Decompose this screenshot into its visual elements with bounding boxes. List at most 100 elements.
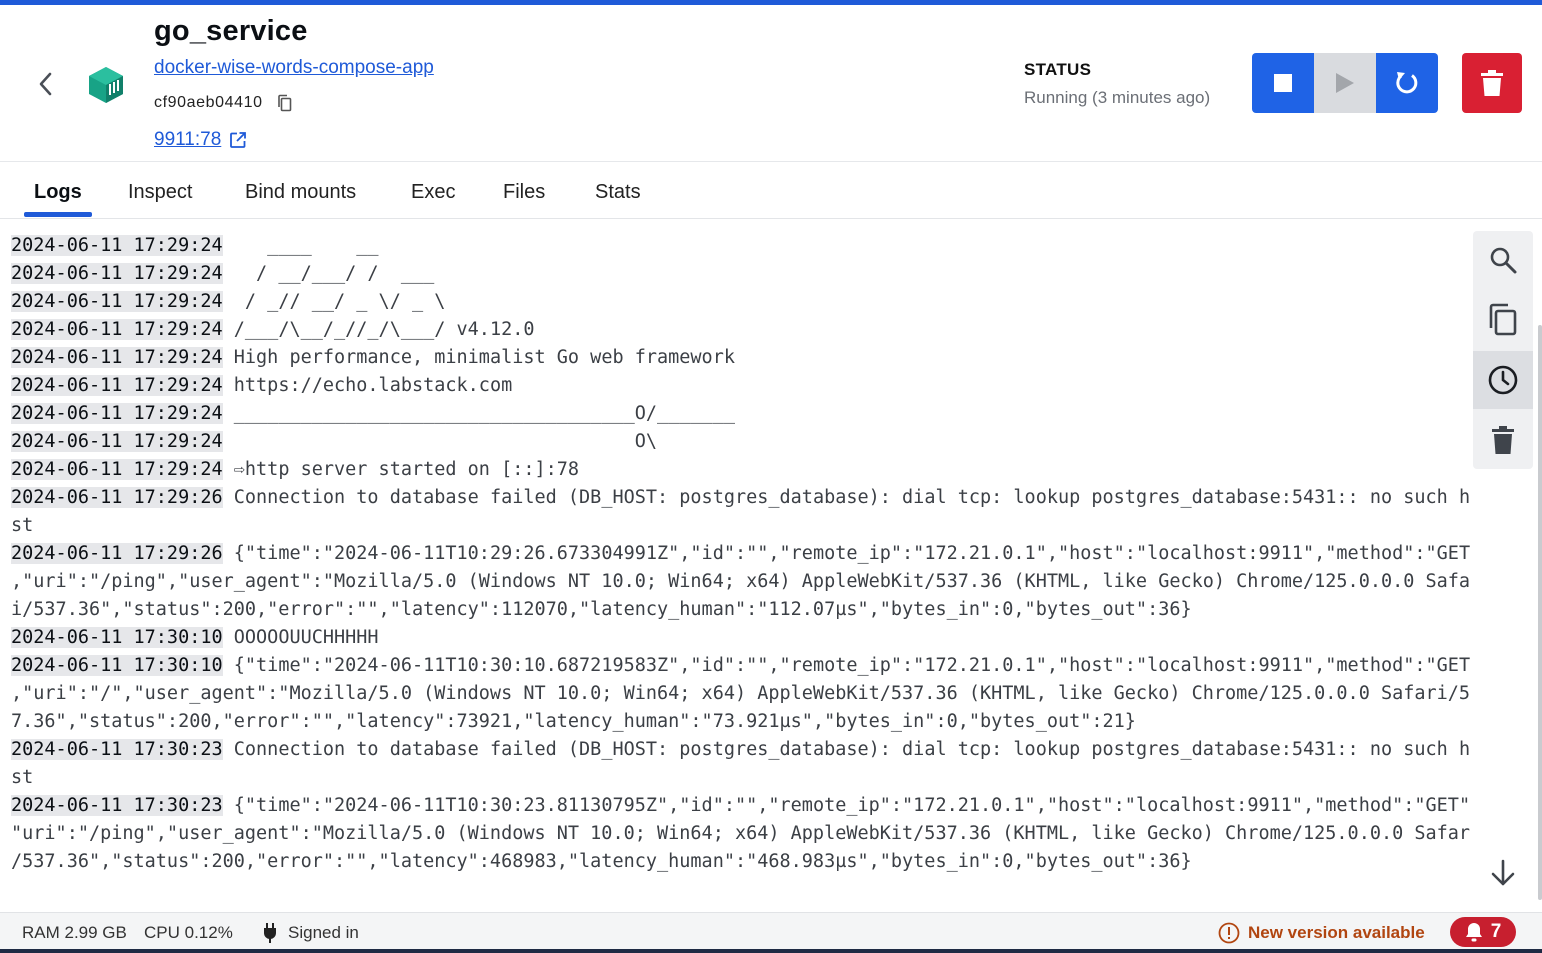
status-label: STATUS xyxy=(1024,60,1092,79)
notifications-badge[interactable]: 7 xyxy=(1450,917,1516,947)
restart-icon xyxy=(1396,72,1418,94)
search-logs-button[interactable] xyxy=(1473,231,1533,289)
log-line: 2024-06-11 17:29:24 ____________________… xyxy=(11,400,1470,428)
log-timestamp: 2024-06-11 17:29:26 xyxy=(11,487,223,508)
tab-files[interactable]: Files xyxy=(503,181,545,204)
log-line: 2024-06-11 17:30:23 Connection to databa… xyxy=(11,736,1470,764)
log-message: /537.36","status":200,"error":"","latenc… xyxy=(11,851,1192,872)
tab-bind-mounts[interactable]: Bind mounts xyxy=(245,181,356,204)
log-message: {"time":"2024-06-11T10:30:10.687219583Z"… xyxy=(233,655,1470,676)
log-message: / _// __/ _ \/ _ \ xyxy=(233,291,446,312)
container-controls xyxy=(1252,53,1438,113)
log-message: 7.36","status":200,"error":"","latency":… xyxy=(11,711,1136,732)
log-message: st xyxy=(11,515,34,536)
chevron-left-icon xyxy=(39,72,52,96)
log-message: Connection to database failed (DB_HOST: … xyxy=(233,739,1470,760)
log-toolbar xyxy=(1473,231,1533,469)
container-id: cf90aeb04410 xyxy=(154,94,263,111)
log-line: st xyxy=(11,512,1470,540)
toggle-timestamps-button[interactable] xyxy=(1473,351,1533,409)
notifications-count: 7 xyxy=(1490,921,1502,942)
play-icon xyxy=(1336,73,1354,93)
log-timestamp: 2024-06-11 17:30:10 xyxy=(11,627,223,648)
port-row: 9911:78 xyxy=(154,129,249,151)
copy-id-button[interactable] xyxy=(275,93,295,113)
search-icon xyxy=(1490,247,1517,274)
tab-exec[interactable]: Exec xyxy=(411,181,455,204)
log-timestamp: 2024-06-11 17:30:23 xyxy=(11,795,223,816)
status-value: Running (3 minutes ago) xyxy=(1024,88,1211,107)
log-timestamp: 2024-06-11 17:29:24 xyxy=(11,403,223,424)
status-block: STATUS Running (3 minutes ago) xyxy=(1024,60,1210,108)
log-viewer[interactable]: 2024-06-11 17:29:24 ____ __ 2024-06-11 17… xyxy=(0,220,1470,912)
restart-button[interactable] xyxy=(1376,53,1438,113)
log-timestamp: 2024-06-11 17:29:24 xyxy=(11,263,223,284)
status-footer: RAM 2.99 GB CPU 0.12% Signed in New vers… xyxy=(0,912,1542,953)
delete-button[interactable] xyxy=(1462,53,1522,113)
log-timestamp: 2024-06-11 17:29:24 xyxy=(11,291,223,312)
log-message: https://echo.labstack.com xyxy=(233,375,513,396)
compose-app-link[interactable]: docker-wise-words-compose-app xyxy=(154,57,434,79)
log-line: 2024-06-11 17:29:24 /___/\__/_//_/\___/ … xyxy=(11,316,1470,344)
log-line: 2024-06-11 17:30:23 {"time":"2024-06-11T… xyxy=(11,792,1470,820)
log-timestamp: 2024-06-11 17:29:24 xyxy=(11,459,223,480)
log-line: 2024-06-11 17:29:24 https://echo.labstac… xyxy=(11,372,1470,400)
log-message: ,"uri":"/ping","user_agent":"Mozilla/5.0… xyxy=(11,571,1470,592)
back-button[interactable] xyxy=(30,68,62,100)
log-message: i/537.36","status":200,"error":"","laten… xyxy=(11,599,1192,620)
tab-logs[interactable]: Logs xyxy=(34,181,82,204)
log-message: ,"uri":"/","user_agent":"Mozilla/5.0 (Wi… xyxy=(11,683,1470,704)
log-message: Connection to database failed (DB_HOST: … xyxy=(233,487,1470,508)
log-message: "uri":"/ping","user_agent":"Mozilla/5.0 … xyxy=(11,823,1470,844)
container-header: go_service docker-wise-words-compose-app… xyxy=(0,5,1542,162)
container-cube-icon xyxy=(89,67,123,103)
log-line: st xyxy=(11,764,1470,792)
log-message: / __/___/ / ___ xyxy=(233,263,435,284)
port-link[interactable]: 9911:78 xyxy=(154,129,221,151)
log-line: 2024-06-11 17:29:24 / __/___/ / ___ xyxy=(11,260,1470,288)
scroll-to-bottom-button[interactable] xyxy=(1483,853,1523,893)
info-icon xyxy=(1218,922,1240,944)
start-button[interactable] xyxy=(1314,53,1376,113)
signed-in-status[interactable]: Signed in xyxy=(288,923,359,943)
ram-usage: RAM 2.99 GB xyxy=(22,923,127,942)
log-message: O\ xyxy=(233,431,658,452)
open-external-icon xyxy=(230,132,247,148)
log-line: i/537.36","status":200,"error":"","laten… xyxy=(11,596,1470,624)
tab-stats[interactable]: Stats xyxy=(595,181,641,204)
new-version-notice[interactable]: New version available xyxy=(1218,922,1425,944)
active-tab-indicator xyxy=(24,212,92,217)
log-line: ,"uri":"/ping","user_agent":"Mozilla/5.0… xyxy=(11,568,1470,596)
log-line: "uri":"/ping","user_agent":"Mozilla/5.0 … xyxy=(11,820,1470,848)
log-message: /___/\__/_//_/\___/ v4.12.0 xyxy=(233,319,535,340)
arrow-down-icon xyxy=(1491,859,1515,886)
log-line: /537.36","status":200,"error":"","latenc… xyxy=(11,848,1470,876)
log-message: OOOOOUUCHHHHH xyxy=(233,627,379,648)
copy-icon xyxy=(277,94,291,112)
log-timestamp: 2024-06-11 17:29:24 xyxy=(11,431,223,452)
container-id-row: cf90aeb04410 xyxy=(154,93,295,113)
log-message: ____________________________________O/__… xyxy=(233,403,735,424)
log-line: 7.36","status":200,"error":"","latency":… xyxy=(11,708,1470,736)
log-timestamp: 2024-06-11 17:30:23 xyxy=(11,739,223,760)
clear-logs-button[interactable] xyxy=(1473,411,1533,469)
bell-icon xyxy=(1465,923,1482,942)
clock-icon xyxy=(1488,365,1518,395)
trash-icon xyxy=(1492,426,1514,454)
log-scrollbar[interactable] xyxy=(1538,325,1542,900)
log-line: 2024-06-11 17:29:24 High performance, mi… xyxy=(11,344,1470,372)
open-external-button[interactable] xyxy=(227,129,249,151)
log-line: 2024-06-11 17:29:26 Connection to databa… xyxy=(11,484,1470,512)
log-message: {"time":"2024-06-11T10:30:23.81130795Z",… xyxy=(233,795,1470,816)
log-line: 2024-06-11 17:29:24 / _// __/ _ \/ _ \ xyxy=(11,288,1470,316)
log-message: ____ __ xyxy=(233,235,379,256)
tab-inspect[interactable]: Inspect xyxy=(128,181,192,204)
log-line: 2024-06-11 17:29:24 ____ __ xyxy=(11,232,1470,260)
tab-bar: Logs Inspect Bind mounts Exec Files Stat… xyxy=(0,163,1542,219)
log-timestamp: 2024-06-11 17:29:24 xyxy=(11,347,223,368)
log-timestamp: 2024-06-11 17:29:24 xyxy=(11,375,223,396)
container-name-title: go_service xyxy=(154,15,308,47)
stop-button[interactable] xyxy=(1252,53,1314,113)
copy-logs-button[interactable] xyxy=(1473,291,1533,349)
stop-icon xyxy=(1274,74,1292,92)
